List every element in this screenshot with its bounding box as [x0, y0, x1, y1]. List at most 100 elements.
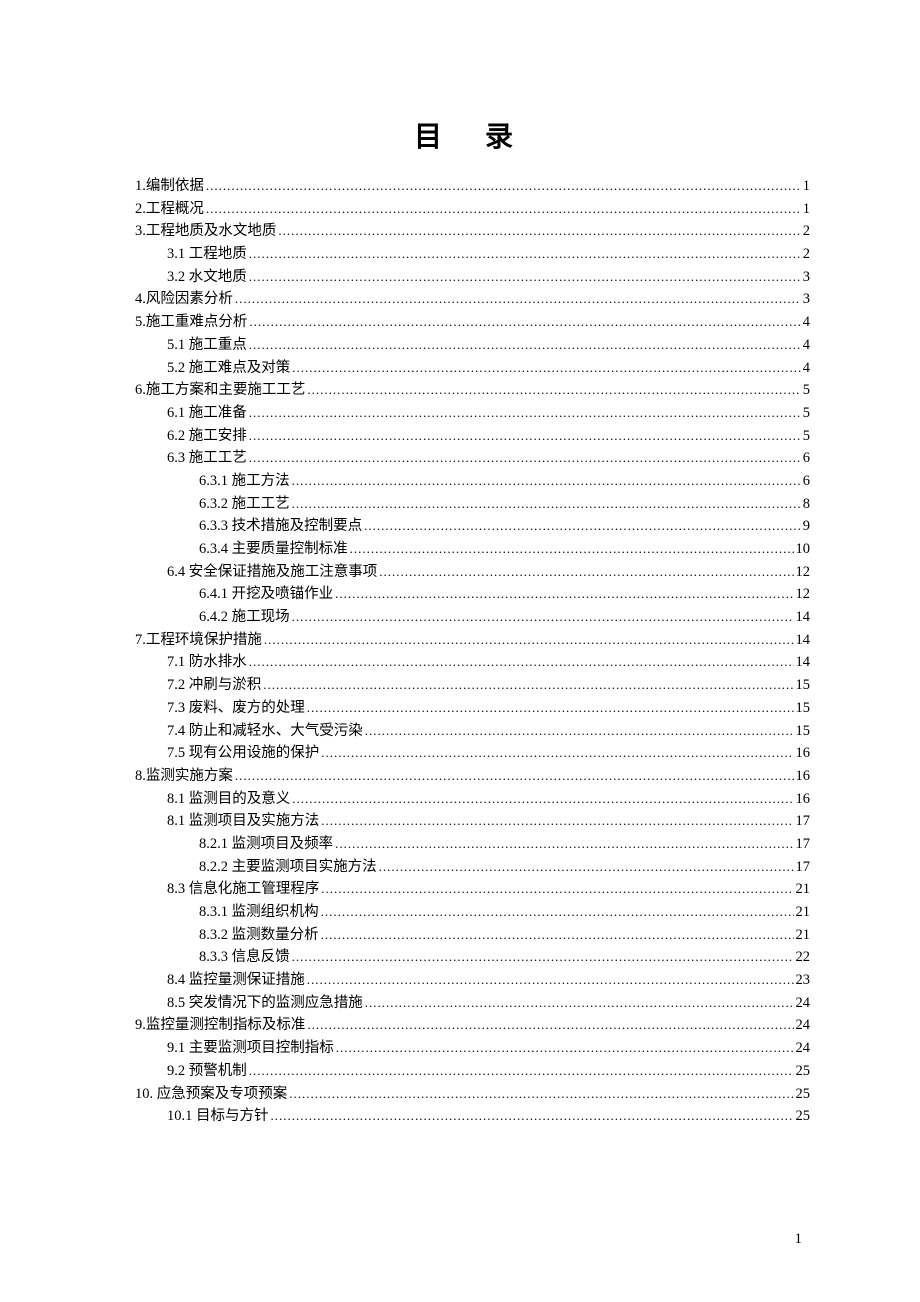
toc-entry: 3.2 水文地质3 [167, 270, 810, 285]
toc-entry-page: 24 [796, 1018, 811, 1033]
toc-entry-page: 25 [796, 1109, 811, 1124]
toc-entry: 10.1 目标与方针 25 [167, 1109, 810, 1124]
toc-leader [235, 292, 801, 307]
toc-entry: 9.2 预警机制 25 [167, 1064, 810, 1079]
toc-entry-label: 8.2.1 监测项目及频率 [199, 837, 333, 852]
toc-leader [350, 542, 794, 557]
toc-entry: 6.3.1 施工方法6 [199, 474, 810, 489]
toc-entry: 8.3 信息化施工管理程序21 [167, 882, 810, 897]
toc-entry-page: 24 [796, 996, 811, 1011]
toc-entry-label: 6.2 施工安排 [167, 429, 247, 444]
toc-entry: 6.2 施工安排5 [167, 429, 810, 444]
toc-entry-label: 7.1 防水排水 [167, 655, 247, 670]
toc-entry: 9.监控量测控制指标及标准 24 [135, 1018, 810, 1033]
toc-entry-label: 9.监控量测控制指标及标准 [135, 1018, 305, 1033]
toc-entry-page: 6 [803, 474, 810, 489]
toc-entry: 8.1 监测目的及意义16 [167, 792, 810, 807]
toc-entry: 6.4 安全保证措施及施工注意事项12 [167, 565, 810, 580]
toc-entry-label: 1.编制依据 [135, 179, 204, 194]
toc-entry-label: 5.1 施工重点 [167, 338, 247, 353]
toc-entry-label: 6.3 施工工艺 [167, 451, 247, 466]
toc-entry-page: 5 [803, 383, 810, 398]
toc-entry-label: 10.1 目标与方针 [167, 1109, 269, 1124]
toc-entry-page: 9 [803, 519, 810, 534]
toc-entry-label: 6.3.2 施工工艺 [199, 497, 290, 512]
toc-entry-page: 2 [803, 224, 810, 239]
toc-leader [335, 837, 793, 852]
toc-entry-page: 22 [796, 950, 811, 965]
toc-entry-page: 5 [803, 406, 810, 421]
toc-leader [379, 565, 793, 580]
toc-entry-label: 6.3.4 主要质量控制标准 [199, 542, 348, 557]
toc-leader [249, 1064, 794, 1079]
toc-entry-page: 21 [796, 905, 811, 920]
toc-leader [379, 860, 794, 875]
toc-entry-label: 8.监测实施方案 [135, 769, 233, 784]
toc-leader [292, 610, 794, 625]
toc-entry: 6.3.2 施工工艺8 [199, 497, 810, 512]
toc-entry: 6.1 施工准备 5 [167, 406, 810, 421]
toc-leader [289, 1087, 793, 1102]
toc-entry-page: 25 [796, 1087, 811, 1102]
toc-entry: 7.2 冲刷与淤积15 [167, 678, 810, 693]
toc-leader [249, 315, 800, 330]
toc-title: 目 录 [135, 115, 810, 155]
toc-leader [292, 792, 793, 807]
toc-leader [249, 338, 801, 353]
toc-entry: 6.施工方案和主要施工工艺5 [135, 383, 810, 398]
toc-leader [249, 451, 801, 466]
toc-leader [307, 701, 794, 716]
toc-entry-page: 14 [796, 655, 811, 670]
toc-leader [249, 429, 801, 444]
toc-entry-label: 3.1 工程地质 [167, 247, 247, 262]
toc-entry-label: 8.3 信息化施工管理程序 [167, 882, 319, 897]
toc-container: 1.编制依据12.工程概况13.工程地质及水文地质23.1 工程地质23.2 水… [135, 179, 810, 1124]
toc-leader [206, 179, 801, 194]
toc-entry-label: 6.1 施工准备 [167, 406, 247, 421]
toc-leader [307, 1018, 793, 1033]
toc-leader [271, 1109, 794, 1124]
toc-leader [321, 882, 793, 897]
toc-entry: 8.1 监测项目及实施方法17 [167, 814, 810, 829]
toc-entry-label: 10. 应急预案及专项预案 [135, 1087, 287, 1102]
toc-leader [321, 814, 793, 829]
toc-entry: 8.监测实施方案 16 [135, 769, 810, 784]
toc-entry: 7.3 废料、废方的处理15 [167, 701, 810, 716]
toc-entry-page: 16 [796, 769, 811, 784]
toc-entry: 10. 应急预案及专项预案 25 [135, 1087, 810, 1102]
toc-entry: 6.3.3 技术措施及控制要点 9 [199, 519, 810, 534]
toc-entry-label: 8.2.2 主要监测项目实施方法 [199, 860, 377, 875]
toc-leader [321, 746, 793, 761]
toc-leader [292, 497, 801, 512]
toc-entry: 5.2 施工难点及对策4 [167, 361, 810, 376]
toc-leader [292, 950, 794, 965]
toc-entry-label: 8.1 监测项目及实施方法 [167, 814, 319, 829]
toc-entry-page: 23 [796, 973, 811, 988]
toc-entry-label: 6.3.3 技术措施及控制要点 [199, 519, 362, 534]
toc-entry: 6.4.1 开挖及喷锚作业12 [199, 587, 810, 602]
toc-entry-page: 17 [796, 860, 811, 875]
toc-entry-page: 14 [796, 633, 811, 648]
toc-entry-label: 3.2 水文地质 [167, 270, 247, 285]
toc-entry-label: 4.风险因素分析 [135, 292, 233, 307]
toc-entry: 8.5 突发情况下的监测应急措施24 [167, 996, 810, 1011]
toc-leader [321, 905, 794, 920]
toc-entry-page: 15 [796, 678, 811, 693]
toc-entry-page: 25 [796, 1064, 811, 1079]
toc-entry-label: 3.工程地质及水文地质 [135, 224, 276, 239]
toc-entry: 8.3.1 监测组织机构21 [199, 905, 810, 920]
toc-entry-label: 2.工程概况 [135, 202, 204, 217]
toc-entry: 5.施工重难点分析4 [135, 315, 810, 330]
toc-entry-label: 9.2 预警机制 [167, 1064, 247, 1079]
toc-leader [336, 1041, 794, 1056]
toc-entry-page: 16 [796, 792, 811, 807]
toc-entry-page: 2 [803, 247, 810, 262]
toc-entry: 9.1 主要监测项目控制指标24 [167, 1041, 810, 1056]
toc-entry-page: 17 [796, 837, 811, 852]
toc-leader [365, 724, 794, 739]
toc-entry-label: 5.2 施工难点及对策 [167, 361, 290, 376]
toc-entry-label: 6.4 安全保证措施及施工注意事项 [167, 565, 377, 580]
toc-entry-page: 4 [803, 338, 810, 353]
toc-entry-page: 6 [803, 451, 810, 466]
toc-entry: 7.1 防水排水 14 [167, 655, 810, 670]
